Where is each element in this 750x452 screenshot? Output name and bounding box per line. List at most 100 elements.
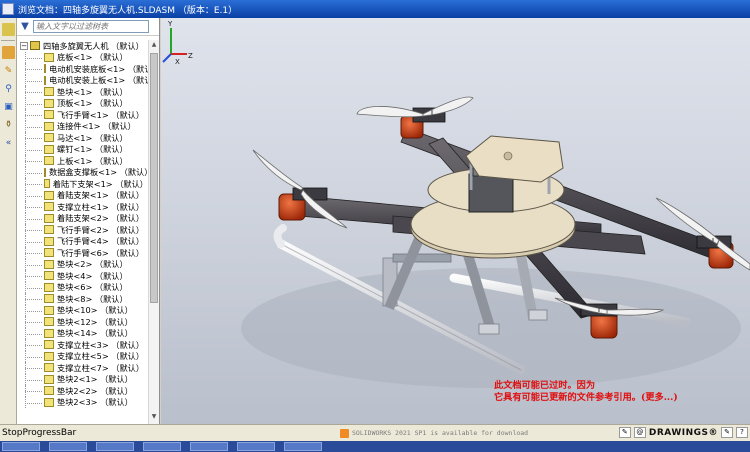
tree-item-label: 垫块2<1> （默认）	[57, 374, 133, 385]
tree-item[interactable]: 上板<1> （默认）	[17, 155, 148, 167]
tree-item-label: 电动机安装底板<1> （默认）	[49, 63, 148, 74]
feature-tree-panel: ▼ − 四轴多旋翼无人机 （默认） 底板<1> （默认）电动机安装底板<1> （…	[17, 18, 160, 424]
collapse-toggle-icon[interactable]: −	[20, 41, 28, 50]
assembly-icon[interactable]	[2, 23, 15, 36]
tree-item[interactable]: 连接件<1> （默认）	[17, 120, 148, 133]
filter-input[interactable]	[33, 20, 149, 33]
tree-item[interactable]: 数据盒支撑板<1> （默认）	[17, 166, 148, 179]
tree-item[interactable]: 垫块<14> （默认）	[17, 327, 148, 340]
triad-y-label: Y	[167, 20, 173, 28]
tree-item[interactable]: 支撑立柱<1> （默认）	[17, 201, 148, 213]
part-file-icon	[44, 397, 54, 407]
scroll-down-icon[interactable]: ▼	[150, 413, 158, 423]
question-icon[interactable]: ?	[736, 427, 748, 438]
outdated-warning[interactable]: 此文档可能已过时。因为 它具有可能已更新的文件参考引用。(更多...)	[494, 380, 678, 404]
axis-triad-icon[interactable]: Y Z X	[161, 18, 201, 68]
tree-item-label: 飞行手臂<6> （默认）	[57, 247, 145, 258]
tree-item[interactable]: 飞行手臂<2> （默认）	[17, 224, 148, 236]
tree-item-label: 垫块<12> （默认）	[57, 316, 133, 327]
taskbar	[0, 441, 750, 452]
window-titlebar: 浏览文档：四轴多旋翼无人机.SLDASM （版本：E.1）	[0, 0, 750, 18]
scroll-up-icon[interactable]: ▲	[150, 41, 158, 51]
part-file-icon	[44, 248, 54, 258]
feature-manager-icon[interactable]	[2, 46, 15, 59]
taskbar-button[interactable]	[96, 442, 134, 451]
tree-item[interactable]: 着陆支架<2> （默认）	[17, 212, 148, 225]
part-file-icon	[44, 294, 54, 304]
pencil-icon[interactable]: ✎	[2, 64, 15, 77]
tree-root[interactable]: − 四轴多旋翼无人机 （默认）	[17, 40, 148, 52]
status-text: StopProgressBar	[2, 428, 77, 438]
part-file-icon	[44, 328, 54, 338]
tree-item[interactable]: 垫块<12> （默认）	[17, 316, 148, 328]
rss-icon[interactable]	[340, 428, 349, 438]
taskbar-button[interactable]	[143, 442, 181, 451]
toolbar-separator	[1, 40, 15, 41]
taskbar-button[interactable]	[237, 442, 275, 451]
tree-scrollbar[interactable]: ▲ ▼	[148, 40, 159, 424]
tree-item-label: 飞行手臂<4> （默认）	[57, 236, 145, 247]
tree-item-label: 上板<1> （默认）	[57, 155, 128, 166]
tree-item[interactable]: 支撑立柱<3> （默认）	[17, 339, 148, 351]
tree-item-label: 垫块<4> （默认）	[57, 270, 128, 281]
tree-item[interactable]: 底板<1> （默认）	[17, 51, 148, 64]
tree-item[interactable]: 着陆下支架<1> （默认）	[17, 178, 148, 190]
part-file-icon	[44, 351, 54, 361]
tree-item[interactable]: 着陆支架<1> （默认）	[17, 189, 148, 202]
tree-item[interactable]: 飞行手臂<6> （默认）	[17, 247, 148, 259]
tree-item[interactable]: 垫块<8> （默认）	[17, 293, 148, 305]
tree-item-label: 支撑立柱<3> （默认）	[57, 339, 145, 350]
taskbar-button[interactable]	[284, 442, 322, 451]
graphics-viewport[interactable]: Y Z X 此文档可能已过时。因为 它具有可能已更新的文件参考引用。(更多...…	[161, 18, 750, 424]
tree-item-label: 连接件<1> （默认）	[57, 121, 136, 132]
tree-item[interactable]: 垫块2<3> （默认）	[17, 396, 148, 409]
part-file-icon	[44, 110, 54, 120]
help-icon[interactable]: @	[633, 427, 646, 438]
collapse-icon[interactable]: «	[2, 136, 15, 149]
tree-item[interactable]: 顶板<1> （默认）	[17, 97, 148, 110]
scroll-thumb[interactable]	[150, 53, 158, 303]
part-file-icon	[44, 282, 54, 292]
part-file-icon	[44, 144, 54, 154]
tree-item[interactable]: 垫块<2> （默认）	[17, 258, 148, 271]
taskbar-button[interactable]	[190, 442, 228, 451]
part-file-icon	[44, 133, 54, 143]
config-icon[interactable]: ▣	[2, 100, 15, 113]
tree-item[interactable]: 垫块<6> （默认）	[17, 281, 148, 294]
stamp-icon[interactable]: ⚱	[2, 118, 15, 131]
part-file-icon	[44, 317, 54, 327]
tree-item-label: 支撑立柱<7> （默认）	[57, 362, 145, 373]
tree-item[interactable]: 垫块2<2> （默认）	[17, 385, 148, 397]
tree-item[interactable]: 螺钉<1> （默认）	[17, 143, 148, 156]
tree-item[interactable]: 垫块<10> （默认）	[17, 304, 148, 317]
measure-icon[interactable]: ⚲	[2, 82, 15, 95]
tree-item-label: 垫块<6> （默认）	[57, 282, 128, 293]
taskbar-button[interactable]	[49, 442, 87, 451]
part-file-icon	[44, 225, 54, 235]
tree-item[interactable]: 马达<1> （默认）	[17, 132, 148, 144]
filter-icon[interactable]: ▼	[19, 21, 31, 33]
news-ticker[interactable]: SOLIDWORKS 2021 SP1 is available for dow…	[352, 429, 602, 437]
tree-item[interactable]: 垫块2<1> （默认）	[17, 373, 148, 386]
tree-item[interactable]: 电动机安装底板<1> （默认）	[17, 63, 148, 75]
tree-item[interactable]: 电动机安装上板<1> （默认）	[17, 74, 148, 87]
markup-icon[interactable]: ✎	[618, 427, 631, 438]
tree-root-label: 四轴多旋翼无人机 （默认）	[43, 40, 144, 51]
taskbar-button[interactable]	[2, 442, 40, 451]
tree-item-label: 支撑立柱<1> （默认）	[57, 201, 145, 212]
app-icon	[2, 3, 14, 15]
tree-item[interactable]: 飞行手臂<1> （默认）	[17, 109, 148, 121]
tree-item[interactable]: 垫块<1> （默认）	[17, 86, 148, 98]
tree-item[interactable]: 垫块<4> （默认）	[17, 270, 148, 282]
part-file-icon	[44, 374, 54, 384]
tree-item[interactable]: 支撑立柱<5> （默认）	[17, 350, 148, 363]
pencil-icon[interactable]: ✎	[721, 427, 733, 438]
tree-item[interactable]: 支撑立柱<7> （默认）	[17, 362, 148, 374]
tree-item[interactable]: 飞行手臂<4> （默认）	[17, 235, 148, 248]
tree-item-label: 垫块<8> （默认）	[57, 293, 128, 304]
warning-line-2[interactable]: 它具有可能已更新的文件参考引用。(更多...)	[494, 392, 678, 404]
part-file-icon	[44, 75, 46, 85]
drone-model	[241, 96, 750, 388]
tree-item-label: 支撑立柱<5> （默认）	[57, 351, 145, 362]
tree-item-label: 着陆支架<1> （默认）	[57, 190, 145, 201]
